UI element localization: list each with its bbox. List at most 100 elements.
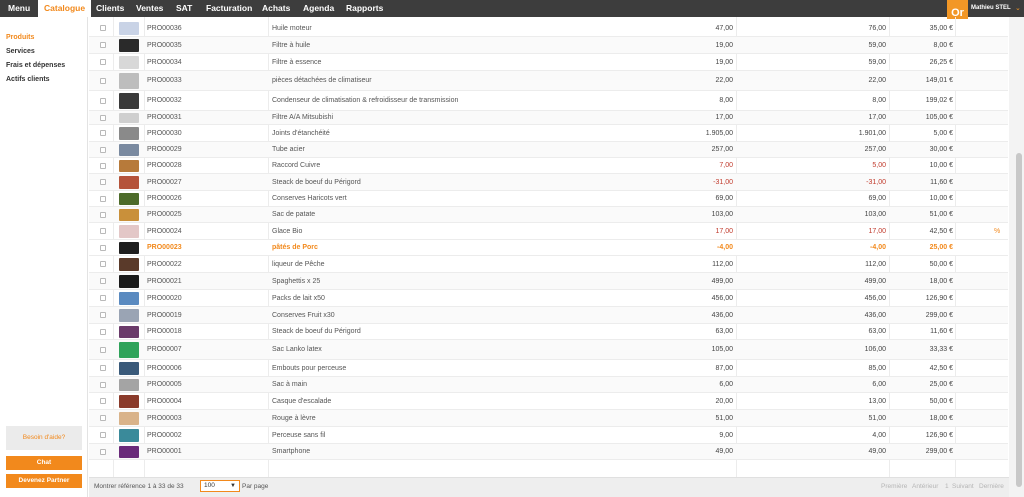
checkbox-icon[interactable] <box>100 211 106 218</box>
nav-clients[interactable]: Clients <box>96 0 124 17</box>
product-ref[interactable]: PRO00026 <box>147 191 227 206</box>
product-ref[interactable]: PRO00005 <box>147 377 227 392</box>
row-checkbox[interactable] <box>100 393 108 409</box>
product-name[interactable]: Embouts pour perceuse <box>272 360 552 376</box>
product-name[interactable]: Packs de lait x50 <box>272 290 552 306</box>
checkbox-icon[interactable] <box>100 59 106 65</box>
table-row[interactable]: PRO00033 pièces détachées de climatiseur 2… <box>89 71 1008 91</box>
row-checkbox[interactable] <box>100 191 108 206</box>
row-checkbox[interactable] <box>100 54 108 70</box>
product-name[interactable]: pâtés de Porc <box>272 240 552 255</box>
checkbox-icon[interactable] <box>100 146 106 153</box>
product-ref[interactable]: PRO00032 <box>147 91 227 110</box>
checkbox-icon[interactable] <box>100 278 106 284</box>
partner-button[interactable]: Devenez Partner <box>6 474 82 488</box>
product-name[interactable]: Glace Bio <box>272 223 552 239</box>
checkbox-icon[interactable] <box>100 365 106 371</box>
checkbox-icon[interactable] <box>100 162 106 169</box>
table-row[interactable]: PRO00019 Conserves Fruit x30 436,00 436,00 2… <box>89 307 1008 324</box>
product-ref[interactable]: PRO00031 <box>147 111 227 124</box>
row-checkbox[interactable] <box>100 256 108 272</box>
row-checkbox[interactable] <box>100 37 108 53</box>
table-row[interactable]: PRO00003 Rouge à lèvre 51,00 51,00 18,00 € <box>89 410 1008 427</box>
checkbox-icon[interactable] <box>100 448 106 455</box>
scrollbar-thumb[interactable] <box>1016 153 1022 487</box>
product-ref[interactable]: PRO00036 <box>147 20 227 36</box>
product-ref[interactable]: PRO00030 <box>147 125 227 141</box>
sidebar-item-frais[interactable]: Frais et dépenses <box>6 62 65 69</box>
table-row[interactable]: PRO00005 Sac à main 6,00 6,00 25,00 € <box>89 377 1008 393</box>
chat-button[interactable]: Chat <box>6 456 82 470</box>
pager-previous[interactable]: Antérieur <box>912 478 938 496</box>
nav-achats[interactable]: Achats <box>262 0 290 17</box>
chevron-down-icon[interactable]: ⌄ <box>1015 0 1021 17</box>
pager-next[interactable]: Suivant <box>952 478 974 496</box>
table-row[interactable]: PRO00028 Raccord Cuivre 7,00 5,00 10,00 € <box>89 158 1008 174</box>
product-name[interactable]: Spaghettis x 25 <box>272 273 552 289</box>
sidebar-item-actifs[interactable]: Actifs clients <box>6 76 50 83</box>
product-name[interactable]: Sac Lanko latex <box>272 340 552 359</box>
table-row[interactable]: PRO00004 Casque d'escalade 20,00 13,00 50,00… <box>89 393 1008 410</box>
row-checkbox[interactable] <box>100 273 108 289</box>
row-checkbox[interactable] <box>100 71 108 90</box>
row-checkbox[interactable] <box>100 142 108 157</box>
product-name[interactable]: pièces détachées de climatiseur <box>272 71 552 90</box>
product-ref[interactable]: PRO00019 <box>147 307 227 323</box>
nav-sat[interactable]: SAT <box>176 0 192 17</box>
product-ref[interactable]: PRO00024 <box>147 223 227 239</box>
checkbox-icon[interactable] <box>100 261 106 267</box>
table-row[interactable]: PRO00024 Glace Bio 17,00 17,00 42,50 €% <box>89 223 1008 240</box>
nav-menu[interactable]: Menu <box>8 0 30 17</box>
checkbox-icon[interactable] <box>100 415 106 421</box>
product-ref[interactable]: PRO00034 <box>147 54 227 70</box>
product-ref[interactable]: PRO00025 <box>147 207 227 222</box>
table-row[interactable]: PRO00006 Embouts pour perceuse 87,00 85,00 4… <box>89 360 1008 377</box>
pager-first[interactable]: Première <box>881 478 907 496</box>
table-row[interactable]: PRO00035 Filtre à huile 19,00 59,00 8,00 € <box>89 37 1008 54</box>
page-size-select[interactable]: 100 ▼ <box>200 480 240 492</box>
row-checkbox[interactable] <box>100 20 108 36</box>
help-link[interactable]: Besoin d'aide? <box>6 426 82 450</box>
product-ref[interactable]: PRO00028 <box>147 158 227 173</box>
checkbox-icon[interactable] <box>100 381 106 388</box>
product-name[interactable]: Sac à main <box>272 377 552 392</box>
checkbox-icon[interactable] <box>100 77 106 84</box>
product-ref[interactable]: PRO00020 <box>147 290 227 306</box>
table-row[interactable]: PRO00001 Smartphone 49,00 49,00 299,00 € <box>89 444 1008 460</box>
checkbox-icon[interactable] <box>100 346 106 353</box>
table-row[interactable]: PRO00018 Steack de boeuf du Périgord 63,00… <box>89 324 1008 340</box>
checkbox-icon[interactable] <box>100 328 106 335</box>
checkbox-icon[interactable] <box>100 398 106 404</box>
product-name[interactable]: Filtre A/A Mitsubishi <box>272 111 552 124</box>
row-checkbox[interactable] <box>100 111 108 124</box>
product-ref[interactable]: PRO00035 <box>147 37 227 53</box>
row-checkbox[interactable] <box>100 125 108 141</box>
user-menu[interactable]: Mathieu STEL <box>971 0 1011 17</box>
product-name[interactable]: Rouge à lèvre <box>272 410 552 426</box>
table-row[interactable]: PRO00020 Packs de lait x50 456,00 456,00 126… <box>89 290 1008 307</box>
row-checkbox[interactable] <box>100 360 108 376</box>
checkbox-icon[interactable] <box>100 228 106 234</box>
table-row[interactable]: PRO00026 Conserves Haricots vert 69,00 69,0… <box>89 191 1008 207</box>
checkbox-icon[interactable] <box>100 25 106 31</box>
nav-facturation[interactable]: Facturation <box>206 0 252 17</box>
pager-last[interactable]: Dernière <box>979 478 1004 496</box>
product-name[interactable]: Smartphone <box>272 444 552 459</box>
product-name[interactable]: Filtre à huile <box>272 37 552 53</box>
table-row[interactable]: PRO00025 Sac de patate 103,00 103,00 51,00 € <box>89 207 1008 223</box>
checkbox-icon[interactable] <box>100 312 106 318</box>
checkbox-icon[interactable] <box>100 432 106 438</box>
product-name[interactable]: Joints d'étanchéité <box>272 125 552 141</box>
checkbox-icon[interactable] <box>100 42 106 48</box>
row-checkbox[interactable] <box>100 377 108 392</box>
product-name[interactable]: Huile moteur <box>272 20 552 36</box>
product-ref[interactable]: PRO00006 <box>147 360 227 376</box>
row-checkbox[interactable] <box>100 240 108 255</box>
table-row[interactable]: PRO00007 Sac Lanko latex 105,00 106,00 33,33… <box>89 340 1008 360</box>
product-name[interactable]: Raccord Cuivre <box>272 158 552 173</box>
product-ref[interactable]: PRO00029 <box>147 142 227 157</box>
product-ref[interactable]: PRO00027 <box>147 174 227 190</box>
product-ref[interactable]: PRO00002 <box>147 427 227 443</box>
nav-ventes[interactable]: Ventes <box>136 0 163 17</box>
product-name[interactable]: liqueur de Pêche <box>272 256 552 272</box>
